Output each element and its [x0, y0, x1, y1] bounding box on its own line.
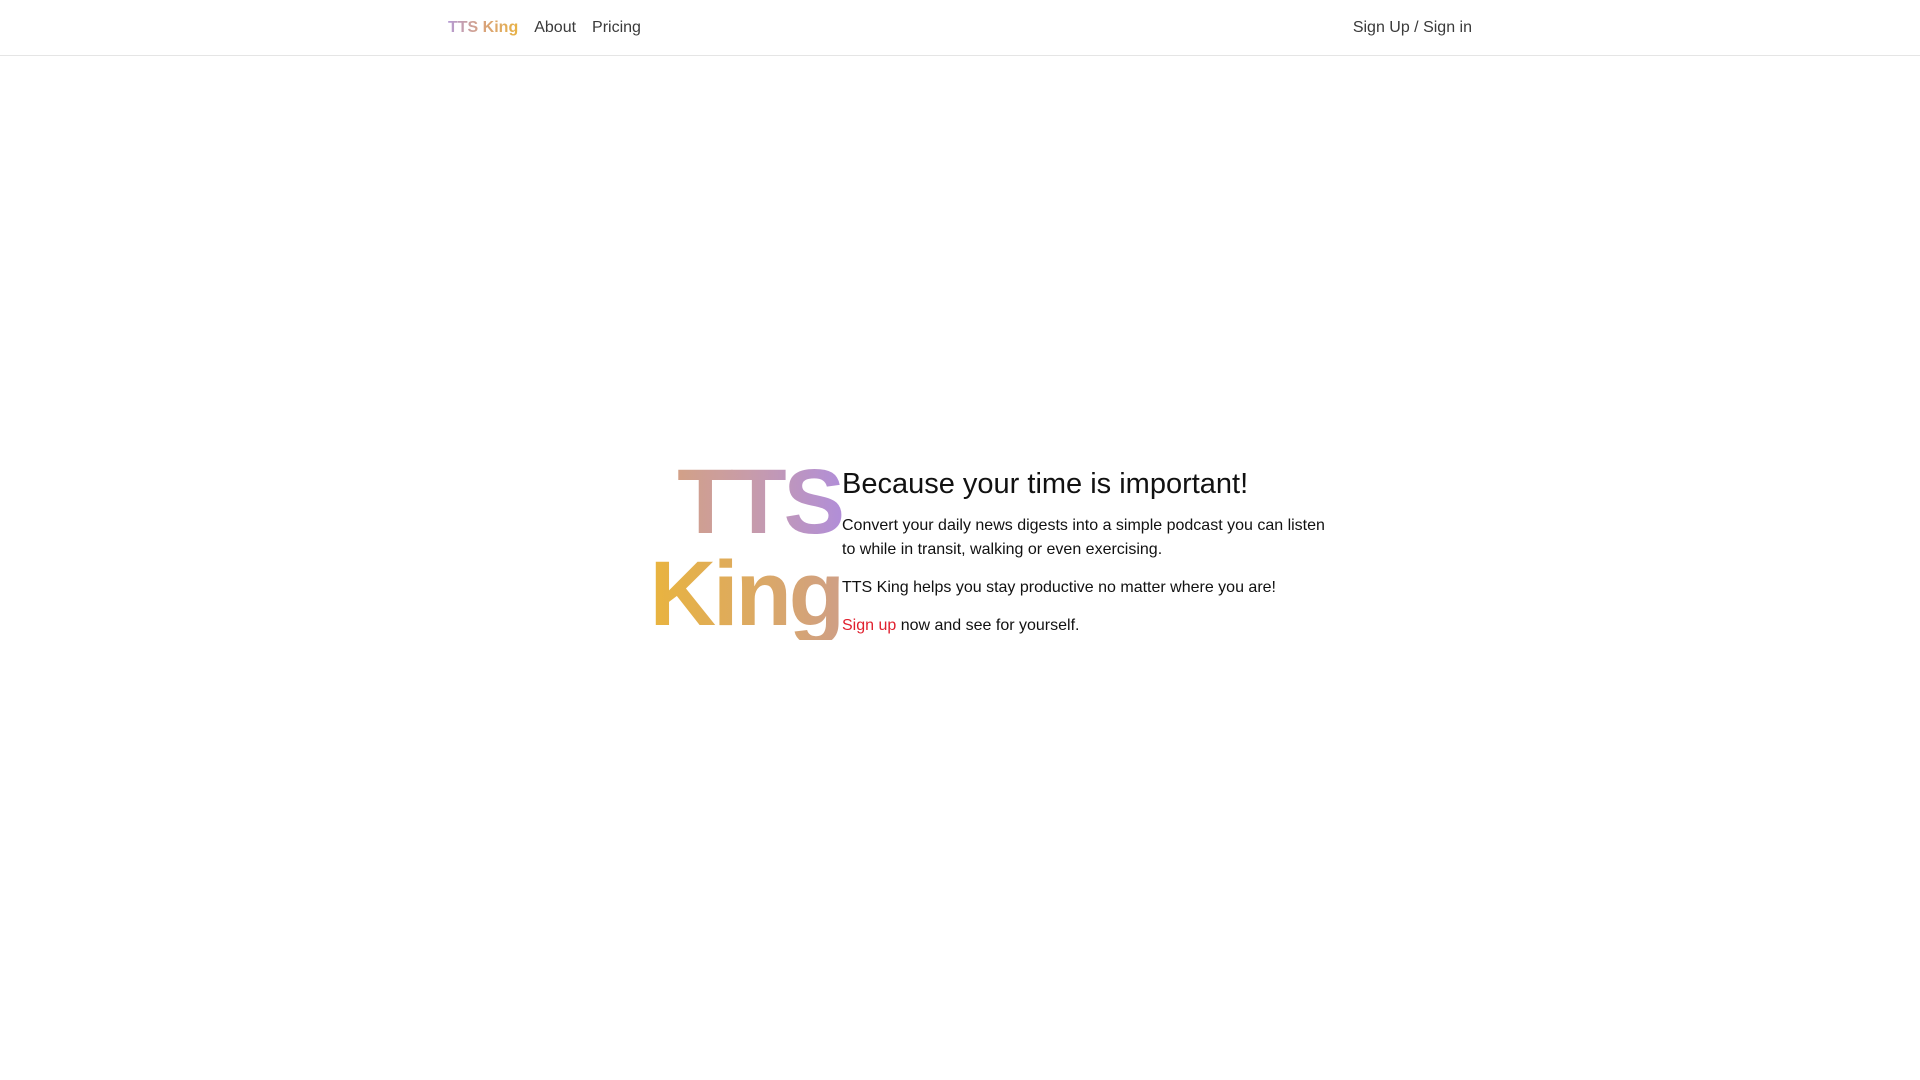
hero-productivity-text: TTS King helps you stay productive no ma… — [842, 579, 1276, 596]
cta-rest-text: now and see for yourself. — [896, 617, 1080, 634]
hero-heading: Because your time is important! — [842, 468, 1249, 500]
hero-cta-line: Sign up now and see for yourself. — [842, 614, 1342, 638]
hero-section: TTS King Because your time is important!… — [600, 456, 1360, 656]
hero-description: Convert your daily news digests into a s… — [842, 517, 1325, 558]
hero-logo-king: King — [649, 543, 845, 645]
hero-text-block: Because your time is important! Convert … — [842, 456, 1342, 652]
sign-up-link[interactable]: Sign up — [842, 617, 896, 634]
top-navbar: TTS King About Pricing Sign Up / Sign in — [0, 0, 1920, 56]
hero-logo-tts: TTS — [650, 456, 845, 548]
nav-link-pricing[interactable]: Pricing — [592, 19, 641, 37]
sign-up-sign-in-link[interactable]: Sign Up / Sign in — [1353, 19, 1472, 37]
nav-link-about[interactable]: About — [534, 19, 576, 37]
hero-logo: TTS King — [649, 456, 845, 645]
navbar-container: TTS King About Pricing Sign Up / Sign in — [448, 0, 1472, 56]
brand-logo-link[interactable]: TTS King — [448, 19, 518, 37]
